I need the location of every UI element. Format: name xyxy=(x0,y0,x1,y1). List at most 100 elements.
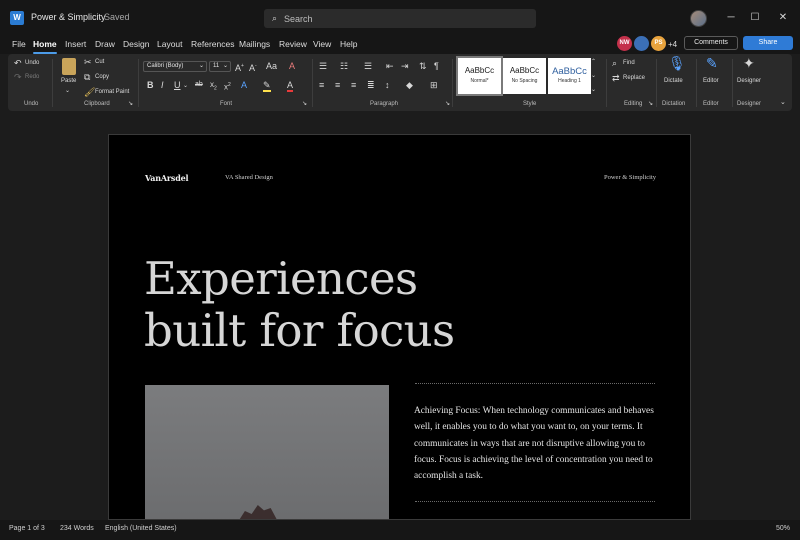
format-painter-icon: 🖌 xyxy=(84,87,96,97)
font-size-select[interactable]: 11 ⌄ xyxy=(209,61,231,72)
collaborator-avatar[interactable]: PS xyxy=(651,36,666,51)
paste-button[interactable]: Paste xyxy=(61,78,76,84)
tab-file[interactable]: File xyxy=(12,39,26,49)
find-button[interactable]: Find xyxy=(623,60,635,66)
show-formatting-icon[interactable]: ¶ xyxy=(434,61,439,71)
header-shared-design: VA Shared Design xyxy=(225,174,273,181)
close-button[interactable]: ✕ xyxy=(773,9,793,27)
bullets-icon[interactable]: ☰ xyxy=(319,61,327,71)
strikethrough-icon[interactable]: ab xyxy=(195,80,203,90)
align-right-icon[interactable]: ≡ xyxy=(351,80,356,90)
share-button[interactable]: Share xyxy=(743,36,793,50)
tree-silhouette xyxy=(227,505,283,519)
page-count[interactable]: Page 1 of 3 xyxy=(9,525,45,532)
sort-icon[interactable]: ⇅ xyxy=(419,61,427,71)
underline-dropdown-icon[interactable]: ⌄ xyxy=(183,81,188,91)
tab-help[interactable]: Help xyxy=(340,39,357,49)
decrease-indent-icon[interactable]: ⇤ xyxy=(386,61,394,71)
minimize-button[interactable]: ─ xyxy=(721,9,741,27)
editing-launcher-icon[interactable]: ↘ xyxy=(648,99,653,109)
tab-layout[interactable]: Layout xyxy=(157,39,183,49)
brand-logo: VanArsdel xyxy=(145,173,189,183)
align-center-icon[interactable]: ≡ xyxy=(335,80,340,90)
grow-font-icon[interactable]: A+ xyxy=(235,61,244,73)
multilevel-list-icon[interactable]: ☰ xyxy=(364,61,372,71)
shrink-font-icon[interactable]: A- xyxy=(249,61,257,73)
redo-button[interactable]: Redo xyxy=(25,74,39,80)
tab-view[interactable]: View xyxy=(313,39,331,49)
tab-mailings[interactable]: Mailings xyxy=(239,39,270,49)
ribbon-divider xyxy=(656,59,657,107)
designer-button[interactable]: Designer xyxy=(737,78,761,84)
collaborator-avatar[interactable] xyxy=(634,36,649,51)
clipboard-launcher-icon[interactable]: ↘ xyxy=(128,99,133,109)
replace-button[interactable]: Replace xyxy=(623,75,645,81)
undo-icon: ↶ xyxy=(14,58,22,68)
search-input[interactable]: ⌕ Search xyxy=(264,9,536,28)
tab-references[interactable]: References xyxy=(191,39,234,49)
tab-insert[interactable]: Insert xyxy=(65,39,86,49)
align-left-icon[interactable]: ≡ xyxy=(319,80,324,90)
styles-more-icon[interactable]: ⌄ xyxy=(591,85,596,95)
font-launcher-icon[interactable]: ↘ xyxy=(302,99,307,109)
collapse-ribbon-icon[interactable]: ⌄ xyxy=(780,98,786,108)
borders-icon[interactable]: ⊞ xyxy=(430,80,438,90)
dictate-button[interactable]: Dictate xyxy=(664,78,683,84)
editor-button[interactable]: Editor xyxy=(703,78,719,84)
numbering-icon[interactable]: ☷ xyxy=(340,61,348,71)
paste-dropdown-icon[interactable]: ⌄ xyxy=(65,86,70,96)
underline-icon[interactable]: U xyxy=(174,80,181,90)
superscript-icon[interactable]: x2 xyxy=(224,80,231,93)
word-count[interactable]: 234 Words xyxy=(60,525,94,532)
font-family-value: Calibri (Body) xyxy=(147,63,184,69)
home-ribbon: ↶ Undo ↷ Redo Undo Paste ⌄ ✂ Cut ⧉ Copy … xyxy=(8,54,792,111)
language-indicator[interactable]: English (United States) xyxy=(105,525,177,532)
zoom-level[interactable]: 50% xyxy=(776,525,790,532)
more-collaborators[interactable]: +4 xyxy=(668,40,677,49)
tab-draw[interactable]: Draw xyxy=(95,39,115,49)
tab-review[interactable]: Review xyxy=(279,39,307,49)
style-name: Heading 1 xyxy=(558,78,581,84)
increase-indent-icon[interactable]: ⇥ xyxy=(401,61,409,71)
styles-scroll-up-icon[interactable]: ⌃ xyxy=(591,57,596,67)
styles-scroll-down-icon[interactable]: ⌄ xyxy=(591,71,596,81)
font-family-select[interactable]: Calibri (Body) ⌄ xyxy=(143,61,207,72)
chevron-down-icon: ⌄ xyxy=(198,63,204,69)
style-heading-1[interactable]: AaBbCc Heading 1 xyxy=(548,58,591,94)
collaborator-avatar[interactable]: NW xyxy=(617,36,632,51)
font-color-icon[interactable]: A xyxy=(287,80,294,92)
copy-button[interactable]: Copy xyxy=(95,74,109,80)
bold-icon[interactable]: B xyxy=(147,80,154,90)
page-headline: Experiences built for focus xyxy=(144,253,455,357)
user-avatar[interactable] xyxy=(690,10,707,27)
document-title: Power & Simplicity xyxy=(31,12,106,22)
document-page[interactable]: VanArsdel VA Shared Design Power & Simpl… xyxy=(108,134,691,520)
tab-design[interactable]: Design xyxy=(123,39,149,49)
subscript-icon[interactable]: x2 xyxy=(210,80,217,94)
text-effects-icon[interactable]: A xyxy=(241,80,247,90)
justify-icon[interactable]: ≣ xyxy=(367,80,375,90)
comments-button[interactable]: Comments xyxy=(684,36,738,50)
save-status: Saved xyxy=(104,12,130,22)
ribbon-divider xyxy=(312,59,313,107)
style-no-spacing[interactable]: AaBbCc No Spacing xyxy=(503,58,546,94)
change-case-icon[interactable]: Aa xyxy=(266,61,277,71)
style-name: No Spacing xyxy=(511,78,538,84)
line-spacing-icon[interactable]: ↕ xyxy=(385,80,390,90)
search-icon: ⌕ xyxy=(272,13,278,23)
redo-icon: ↷ xyxy=(14,72,22,82)
paragraph-launcher-icon[interactable]: ↘ xyxy=(445,99,450,109)
italic-icon[interactable]: I xyxy=(161,80,164,90)
maximize-button[interactable]: ☐ xyxy=(745,9,765,27)
tab-home[interactable]: Home xyxy=(33,39,57,54)
format-painter-button[interactable]: Format Paint xyxy=(95,89,129,95)
headline-line: Experiences xyxy=(144,252,418,305)
cut-button[interactable]: Cut xyxy=(95,59,104,65)
undo-button[interactable]: Undo xyxy=(25,60,39,66)
shading-icon[interactable]: ◆ xyxy=(406,80,413,90)
style-normal[interactable]: AaBbCc Normal* xyxy=(456,56,503,96)
highlight-icon[interactable]: ✎ xyxy=(263,80,271,92)
running-head: Power & Simplicity xyxy=(604,174,656,181)
cut-icon: ✂ xyxy=(84,57,92,67)
clear-formatting-icon[interactable]: A xyxy=(289,61,295,71)
